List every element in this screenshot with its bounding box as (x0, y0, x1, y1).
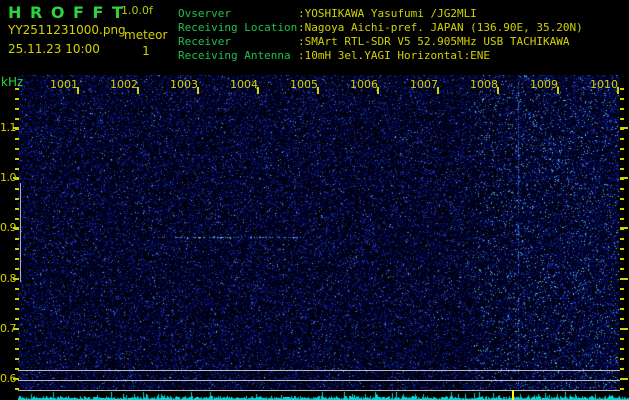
info-row-observer: Ovserver :YOSHIKAWA Yasufumi /JG2MLI (178, 7, 583, 21)
x-tick-label: 1003 (170, 78, 198, 91)
hrofft-window: H R O F F T 1.0.0f YY2511231000.png mete… (0, 0, 629, 400)
y-minor-tick-right (620, 138, 624, 140)
y-minor-tick-right (620, 358, 624, 360)
y-minor-tick-right (620, 248, 624, 250)
info-value: :10mH 3el.YAGI Horizontal:ENE (298, 49, 491, 62)
reference-line-0p58khz (18, 390, 620, 391)
output-filename: YY2511231000.png (8, 23, 126, 37)
y-minor-tick-right (620, 238, 624, 240)
info-row-antenna: Receiving Antenna :10mH 3el.YAGI Horizont… (178, 49, 583, 63)
y-minor-tick (15, 188, 19, 190)
y-minor-tick (15, 108, 19, 110)
y-minor-tick-right (620, 188, 624, 190)
y-minor-tick-right (620, 288, 624, 290)
y-minor-tick-right (620, 168, 624, 170)
y-minor-tick (15, 348, 19, 350)
app-title: H R O F F T (8, 3, 125, 22)
y-minor-tick-right (620, 318, 624, 320)
y-minor-tick (15, 358, 19, 360)
y-minor-tick (15, 248, 19, 250)
y-minor-tick-right (620, 268, 624, 270)
info-value: :SMArt RTL-SDR V5 52.905MHz USB TACHIKAW… (298, 35, 570, 48)
y-minor-tick-right (620, 308, 624, 310)
y-minor-tick (15, 138, 19, 140)
x-tick-label: 1005 (290, 78, 318, 91)
frame-datetime: 25.11.23 10:00 (8, 42, 100, 56)
y-minor-tick-right (620, 98, 624, 100)
y-minor-tick-right (620, 148, 624, 150)
y-minor-tick-right (620, 208, 624, 210)
y-minor-tick-right (620, 218, 624, 220)
y-minor-tick-right (620, 178, 624, 180)
left-reference-line (20, 183, 21, 282)
y-minor-tick (15, 258, 19, 260)
app-version: 1.0.0f (121, 4, 153, 17)
y-minor-tick-right (620, 88, 624, 90)
y-minor-tick (15, 98, 19, 100)
y-minor-tick-right (620, 388, 624, 390)
y-minor-tick (15, 238, 19, 240)
info-label: Ovserver (178, 7, 231, 20)
info-label: Receiver (178, 35, 231, 48)
info-label: Receiving Location (178, 21, 298, 34)
y-minor-tick-right (620, 298, 624, 300)
y-minor-tick (15, 208, 19, 210)
mode-label: meteor (124, 28, 168, 42)
y-minor-tick-right (620, 108, 624, 110)
x-tick-label: 1004 (230, 78, 258, 91)
x-tick-label: 1009 (530, 78, 558, 91)
y-minor-tick (15, 268, 19, 270)
y-minor-tick-right (620, 368, 624, 370)
y-minor-tick (15, 318, 19, 320)
y-minor-tick (15, 168, 19, 170)
reference-line-0p60khz (18, 380, 620, 381)
y-minor-tick (15, 148, 19, 150)
y-minor-tick-right (620, 158, 624, 160)
meter-time-marker (512, 390, 514, 400)
info-value: :Nagoya Aichi-pref. JAPAN (136.90E, 35.2… (298, 21, 583, 34)
x-tick-label: 1008 (470, 78, 498, 91)
x-tick-label: 1001 (50, 78, 78, 91)
y-minor-tick (15, 118, 19, 120)
y-minor-tick-right (620, 278, 624, 280)
y-tick-label: 0.8 (0, 272, 17, 285)
y-minor-tick (15, 288, 19, 290)
y-minor-tick (15, 158, 19, 160)
y-minor-tick-right (620, 328, 624, 330)
x-tick-label: 1010 (590, 78, 618, 91)
reference-line-0p62khz (18, 370, 620, 371)
station-info: Ovserver :YOSHIKAWA Yasufumi /JG2MLI Rece… (178, 7, 583, 63)
y-tick-label: 0.6 (0, 372, 17, 385)
x-tick-label: 1002 (110, 78, 138, 91)
y-minor-tick-right (620, 128, 624, 130)
x-tick-label: 1007 (410, 78, 438, 91)
y-tick-label: 1.0 (0, 171, 17, 184)
y-minor-tick-right (620, 338, 624, 340)
y-minor-tick-right (620, 258, 624, 260)
y-minor-tick (15, 298, 19, 300)
y-minor-tick (15, 198, 19, 200)
y-tick-label: 0.9 (0, 221, 17, 234)
spectrogram-canvas (18, 75, 629, 400)
y-minor-tick-right (620, 348, 624, 350)
info-row-location: Receiving Location:Nagoya Aichi-pref. JA… (178, 21, 583, 35)
y-axis-unit-label: kHz (1, 75, 24, 89)
y-minor-tick-right (620, 198, 624, 200)
y-minor-tick-right (620, 118, 624, 120)
y-minor-tick (15, 308, 19, 310)
y-tick-label: 1.1 (0, 121, 17, 134)
y-minor-tick-right (620, 228, 624, 230)
y-tick-label: 0.7 (0, 322, 17, 335)
info-row-receiver: Receiver :SMArt RTL-SDR V5 52.905MHz USB … (178, 35, 583, 49)
info-label: Receiving Antenna (178, 49, 291, 62)
info-value: :YOSHIKAWA Yasufumi /JG2MLI (298, 7, 477, 20)
y-minor-tick (15, 218, 19, 220)
channel-number: 1 (142, 44, 150, 58)
x-tick-label: 1006 (350, 78, 378, 91)
y-minor-tick-right (620, 378, 624, 380)
y-minor-tick (15, 338, 19, 340)
